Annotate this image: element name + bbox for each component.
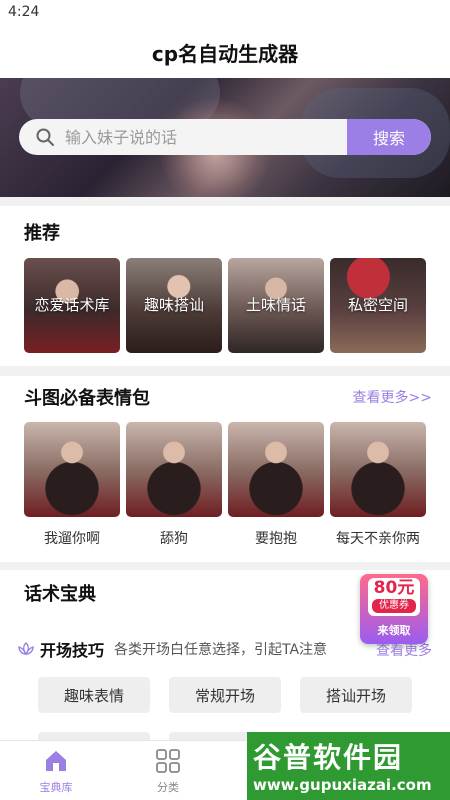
memes-more-link[interactable]: 查看更多>> [353, 387, 432, 407]
meme-card[interactable] [228, 422, 324, 517]
card-label: 土味情话 [245, 296, 306, 314]
recommend-card-love-talk[interactable]: 恋爱话术库 [24, 258, 120, 353]
section-title: 推荐 [24, 223, 60, 244]
meme-caption: 我遛你啊 [44, 531, 100, 547]
meme-card[interactable] [330, 422, 426, 517]
app-header: cp名自动生成器 [0, 26, 450, 78]
recommend-card-private-space[interactable]: 私密空间 [330, 258, 426, 353]
search-icon [36, 128, 54, 146]
meme-image [24, 422, 120, 517]
page-title: cp名自动生成器 [151, 41, 299, 66]
tab-category[interactable]: 分类 [133, 747, 203, 797]
lotus-icon [18, 642, 34, 656]
search-input[interactable] [65, 119, 365, 155]
meme-card[interactable] [126, 422, 222, 517]
card-label: 私密空间 [347, 296, 408, 314]
coupon-action: 来领取 [377, 624, 411, 637]
recommend-section: 推荐 恋爱话术库 趣味搭讪 土味情话 私密空间 [0, 206, 450, 366]
chip-normal-opening[interactable]: 常规开场 [169, 677, 281, 713]
chip-fun-emoji[interactable]: 趣味表情 [38, 677, 150, 713]
tab-label: 分类 [157, 781, 179, 794]
meme-caption: 要抱抱 [255, 531, 297, 547]
recommend-card-cheesy-lines[interactable]: 土味情话 [228, 258, 324, 353]
watermark-main: 谷普软件园 [253, 741, 404, 774]
meme-card[interactable] [24, 422, 120, 517]
coupon-sub: 优惠券 [372, 599, 416, 613]
meme-caption: 每天不亲你两 [336, 531, 420, 547]
section-title: 话术宝典 [24, 584, 96, 605]
grid-icon [156, 749, 180, 773]
tab-library[interactable]: 宝典库 [21, 747, 91, 797]
chip-pickup-opening[interactable]: 搭讪开场 [300, 677, 412, 713]
search-button[interactable]: 搜索 [347, 119, 431, 155]
status-time: 4:24 [8, 4, 40, 20]
meme-caption: 舔狗 [160, 531, 188, 547]
watermark-logo: 谷普软件园 www.gupuxiazai.com [247, 732, 450, 800]
memes-section: 斗图必备表情包 查看更多>> 我遛你啊 舔狗 要抱抱 每天不亲你两 [0, 376, 450, 562]
card-label: 恋爱话术库 [34, 296, 110, 314]
section-title: 斗图必备表情包 [24, 388, 150, 409]
tips-subtitle: 开场技巧 [40, 641, 105, 660]
meme-image [228, 422, 324, 517]
coupon-top: 80元 优惠券 [368, 578, 420, 616]
status-bar: 4:24 [0, 0, 450, 26]
coupon-amount: 80元 [373, 578, 415, 598]
meme-image [330, 422, 426, 517]
recommend-card-fun-pickup[interactable]: 趣味搭讪 [126, 258, 222, 353]
meme-image [126, 422, 222, 517]
home-icon [46, 751, 66, 771]
watermark-url: www.gupuxiazai.com [253, 776, 432, 794]
card-label: 趣味搭讪 [143, 296, 204, 314]
search-bar: 搜索 [19, 119, 431, 155]
tips-description: 各类开场白任意选择，引起TA注意 [114, 642, 328, 658]
coupon-badge[interactable]: 80元 优惠券 来领取 [360, 574, 428, 644]
tab-label: 宝典库 [39, 781, 73, 794]
